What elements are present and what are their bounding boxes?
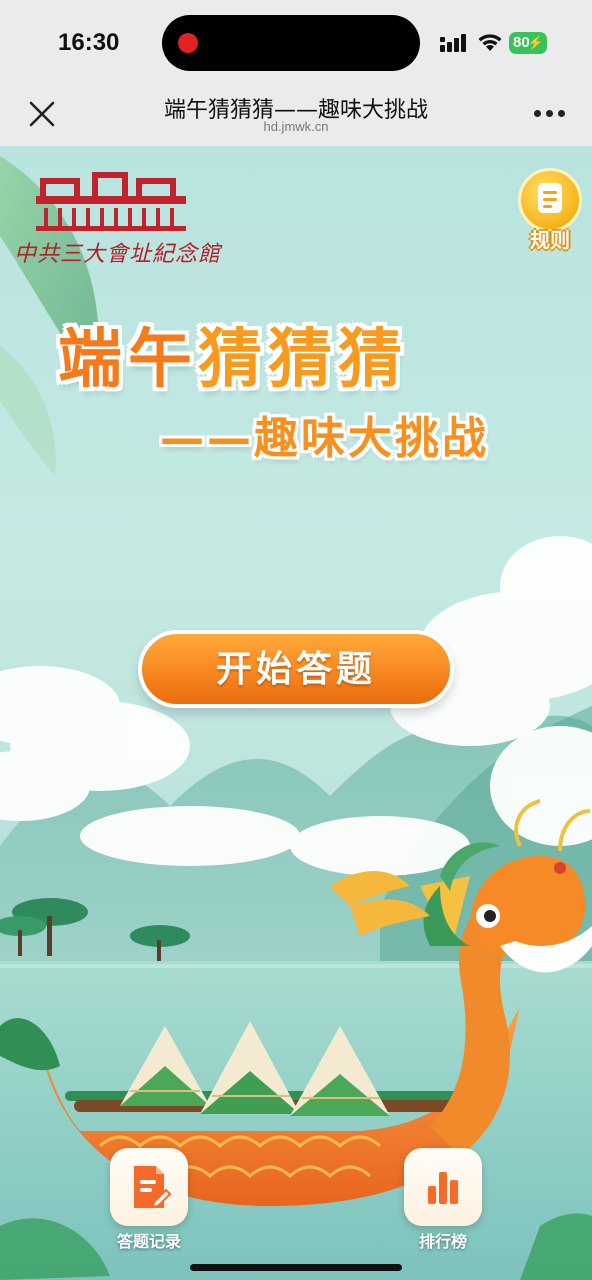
status-time: 16:30 [58, 29, 120, 56]
leaderboard-button[interactable]: 排行榜 [402, 1148, 484, 1252]
quiz-records-label: 答题记录 [116, 1232, 181, 1251]
leaderboard-label: 排行榜 [418, 1232, 467, 1251]
headline: 端午猜猜猜 [58, 308, 408, 400]
document-edit-icon [110, 1148, 188, 1226]
headline-part2: 猜猜猜 [198, 323, 408, 397]
recording-indicator-icon [178, 33, 198, 53]
rules-label: 规则 [530, 228, 570, 252]
rules-button[interactable]: 规则 [516, 168, 584, 252]
subheadline: ——趣味大挑战 [160, 413, 489, 464]
more-icon[interactable] [534, 110, 566, 118]
document-icon [518, 168, 582, 232]
close-icon[interactable] [28, 100, 56, 128]
bar-chart-icon [404, 1148, 482, 1226]
browser-nav-bar: 端午猜猜猜——趣味大挑战 hd.jmwk.cn [0, 88, 592, 146]
museum-logo [36, 172, 186, 231]
museum-logo-caption: 中共三大會址紀念館 [14, 242, 222, 267]
wifi-icon [478, 34, 502, 51]
game-scene: 中共三大會址紀念館 规则 端午猜猜猜 ——趣味大挑战 开始答题 答题记录 排行榜 [0, 146, 592, 1280]
headline-part1: 端午 [58, 323, 198, 397]
quiz-records-button[interactable]: 答题记录 [108, 1148, 190, 1252]
home-indicator[interactable] [190, 1264, 402, 1271]
battery-icon: 80 ⚡ [509, 32, 547, 54]
start-quiz-button[interactable]: 开始答题 [138, 630, 454, 708]
dynamic-island [162, 15, 420, 71]
charging-bolt-icon: ⚡ [527, 35, 544, 50]
page-url: hd.jmwk.cn [263, 119, 329, 134]
signal-icon [440, 34, 466, 52]
status-bar: 16:30 80 ⚡ [0, 0, 592, 88]
